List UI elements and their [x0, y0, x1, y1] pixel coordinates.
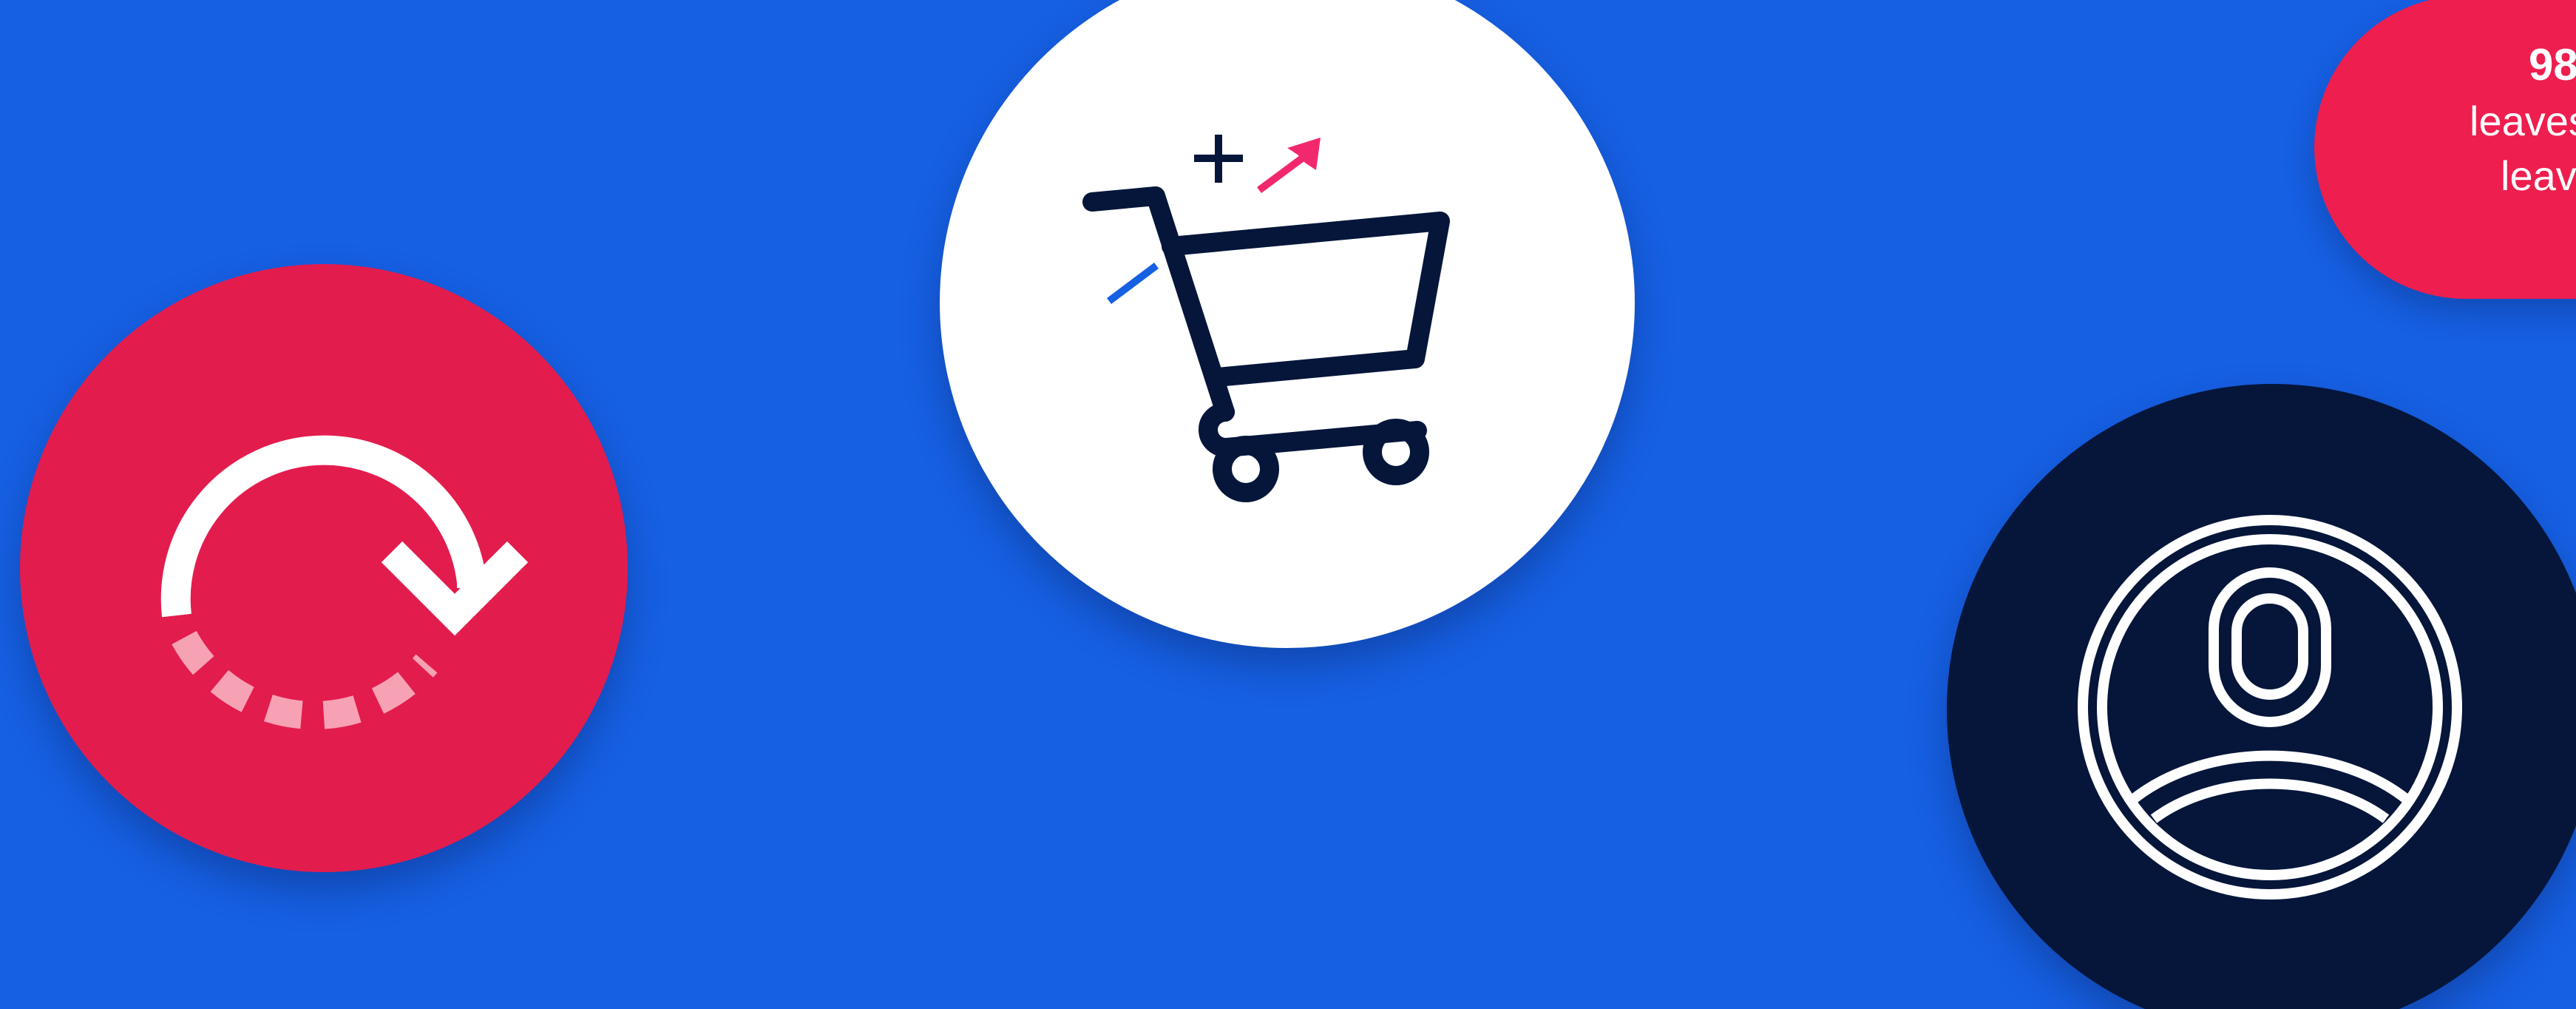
refresh-icon: [160, 435, 529, 729]
refresh-circle: [20, 264, 628, 872]
shopping-cart-icon: [1082, 135, 1450, 502]
hero-background: 98 leaves leav: [0, 0, 2576, 1009]
stat-label-line-1: leaves: [2470, 98, 2576, 144]
stat-number: 98: [2529, 40, 2576, 90]
cart-circle: [940, 0, 1635, 648]
user-icon: [2078, 515, 2462, 900]
user-circle: [1947, 384, 2576, 1009]
stat-label-line-2: leav: [2501, 152, 2576, 199]
upward-arrow-icon: [1257, 138, 1321, 194]
stat-card: 98 leaves leav: [2314, 0, 2576, 299]
